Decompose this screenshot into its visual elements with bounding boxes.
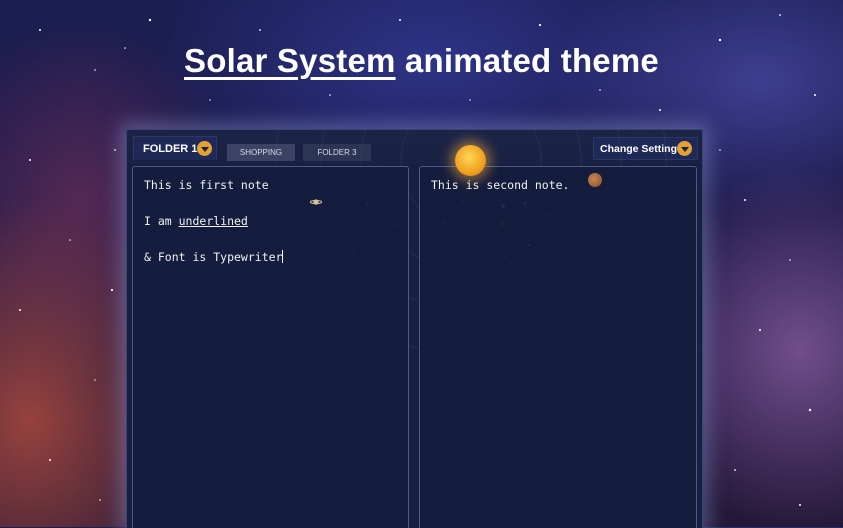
- note-1-line-1: This is first note: [144, 178, 269, 192]
- change-settings-label: Change Settings: [600, 142, 683, 155]
- note-1-line-3: & Font is Typewriter: [144, 248, 397, 266]
- text-cursor: [282, 250, 284, 263]
- headline-underlined-text: Solar System: [184, 42, 396, 79]
- tab-folder-1[interactable]: FOLDER 1: [133, 136, 217, 160]
- note-1-underlined-text: underlined: [178, 214, 248, 228]
- mars-planet-icon: [588, 173, 602, 187]
- note-1-line-3-text: & Font is Typewriter: [144, 250, 283, 264]
- tab-shopping[interactable]: SHOPPING: [227, 144, 295, 161]
- app-window: FOLDER 1 SHOPPING FOLDER 3 Change Settin…: [126, 129, 703, 528]
- chevron-down-icon: [677, 141, 692, 156]
- note-2[interactable]: This is second note.: [419, 166, 697, 528]
- headline-rest-text: animated theme: [395, 42, 659, 79]
- chevron-down-icon[interactable]: [197, 141, 212, 156]
- saturn-planet-icon: [310, 199, 322, 205]
- note-1-line-2-prefix: I am: [144, 214, 179, 228]
- tab-folder-1-label: FOLDER 1: [143, 142, 198, 155]
- tab-folder-3[interactable]: FOLDER 3: [303, 144, 371, 161]
- note-2-line-1: This is second note.: [431, 178, 570, 192]
- note-1-line-2: I am underlined: [144, 212, 397, 230]
- sun-icon: [455, 145, 486, 176]
- note-1[interactable]: This is first note I am underlined & Fon…: [132, 166, 409, 528]
- page-headline: Solar System animated theme: [0, 42, 843, 80]
- change-settings-button[interactable]: Change Settings: [593, 137, 698, 160]
- tab-bar: FOLDER 1 SHOPPING FOLDER 3 Change Settin…: [127, 130, 702, 164]
